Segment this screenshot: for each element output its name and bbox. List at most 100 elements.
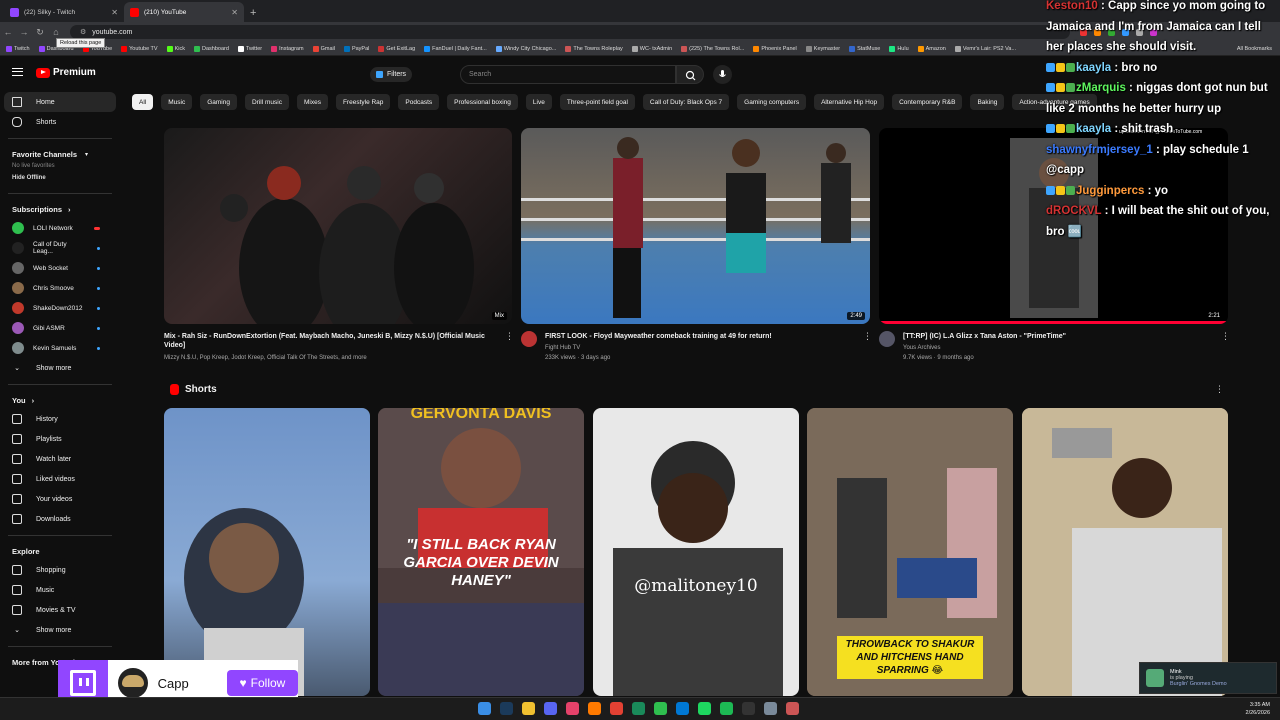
sidebar-item-your-videos[interactable]: Your videos <box>0 489 120 509</box>
sidebar-item-subscription[interactable]: Call of Duty Leag... <box>0 238 120 258</box>
site-info-icon[interactable]: ⚙ <box>80 28 86 36</box>
forward-icon[interactable]: → <box>16 27 32 37</box>
bookmark-item[interactable]: Get ExitLag <box>378 45 415 52</box>
more-options-icon[interactable]: ⋮ <box>863 331 872 342</box>
bookmark-item[interactable]: Kick <box>166 45 185 52</box>
bookmark-item[interactable]: PayPal <box>343 45 369 52</box>
spotify-icon[interactable] <box>720 702 733 715</box>
short-card[interactable]: @malitoney10 <box>593 408 799 696</box>
close-tab-icon[interactable]: ✕ <box>111 8 118 17</box>
sidebar-item-subscription[interactable]: Kevin Samuels <box>0 338 120 358</box>
obs-icon[interactable] <box>742 702 755 715</box>
bookmark-item[interactable]: StatMuse <box>849 45 880 52</box>
app-icon[interactable] <box>654 702 667 715</box>
app-icon[interactable] <box>588 702 601 715</box>
app-icon[interactable] <box>676 702 689 715</box>
app-icon[interactable] <box>698 702 711 715</box>
channel-avatar[interactable] <box>879 331 895 347</box>
chip-filter[interactable]: Alternative Hip Hop <box>814 94 885 110</box>
game-notification-toast[interactable]: Mink is playing Burglin' Gnomes Demo <box>1139 662 1277 694</box>
bookmark-item[interactable]: Windy City Chicago... <box>495 45 556 52</box>
short-card[interactable] <box>1022 408 1228 696</box>
video-title[interactable]: FIRST LOOK - Floyd Mayweather comeback t… <box>545 332 855 341</box>
chip-filter[interactable]: Gaming computers <box>737 94 807 110</box>
reload-icon[interactable]: ↻ <box>32 27 48 38</box>
you-header[interactable]: You › <box>0 391 120 409</box>
chat-username[interactable]: Keston10 <box>1046 0 1098 12</box>
sidebar-item-shopping[interactable]: Shopping <box>0 560 120 580</box>
favorite-channels-header[interactable]: Favorite Channels ▾ <box>0 145 120 163</box>
sidebar-item-subscription[interactable]: ShakeDown2012 <box>0 298 120 318</box>
channel-name[interactable]: Fight Hub TV <box>545 344 580 352</box>
short-card[interactable] <box>164 408 370 696</box>
bookmark-item[interactable]: Vemr's Lair: PS2 Va... <box>954 45 1016 52</box>
sidebar-item-music[interactable]: Music <box>0 580 120 600</box>
bookmark-item[interactable]: Phoenix Panel <box>753 45 797 52</box>
chip-filter[interactable]: Drill music <box>244 94 289 110</box>
app-icon[interactable] <box>786 702 799 715</box>
chat-username[interactable]: dROCKVL <box>1046 205 1101 217</box>
chip-filter[interactable]: Freestyle Rap <box>335 94 391 110</box>
follow-button[interactable]: ♥ Follow <box>226 670 298 696</box>
chat-username[interactable]: zMarquis <box>1076 82 1126 94</box>
chip-filter[interactable]: Professional boxing <box>447 94 518 110</box>
close-tab-icon[interactable]: ✕ <box>231 8 238 17</box>
start-icon[interactable] <box>478 702 491 715</box>
bookmark-item[interactable]: Instagram <box>271 45 304 52</box>
video-title[interactable]: Mix - Rah Siz - RunDownExtortion (Feat. … <box>164 332 494 350</box>
video-thumbnail[interactable]: 2:49 <box>521 128 870 324</box>
chat-username[interactable]: Jugginpercs <box>1076 185 1144 197</box>
chip-filter[interactable]: Gaming <box>200 94 237 110</box>
app-icon[interactable] <box>566 702 579 715</box>
search-button[interactable] <box>676 65 704 84</box>
tab-twitch[interactable]: (22) Silky - Twitch ✕ <box>4 2 124 22</box>
bookmark-item[interactable]: Hulu <box>889 45 909 52</box>
more-options-icon[interactable]: ⋮ <box>1215 384 1224 395</box>
chip-filter[interactable]: Three-point field goal <box>559 94 635 110</box>
file-explorer-icon[interactable] <box>522 702 535 715</box>
app-icon[interactable] <box>632 702 645 715</box>
chat-username[interactable]: shawnyfrmjersey_1 <box>1046 144 1153 156</box>
bookmark-item[interactable]: Twitter <box>237 45 262 52</box>
bookmark-item[interactable]: Dashboard <box>193 45 229 52</box>
sidebar-item-movies[interactable]: Movies & TV <box>0 600 120 620</box>
channel-name[interactable]: Yous Archives <box>903 344 940 352</box>
sidebar-item-subscription[interactable]: Gibi ASMR <box>0 318 120 338</box>
bookmark-item[interactable]: Amazon <box>917 45 946 52</box>
sidebar-item-subscription[interactable]: Chris Smoove <box>0 278 120 298</box>
sidebar-item-history[interactable]: History <box>0 409 120 429</box>
tab-youtube[interactable]: (210) YouTube ✕ <box>124 2 244 22</box>
short-card[interactable]: THROWBACK TO SHAKUR AND HITCHENS HAND SP… <box>807 408 1013 696</box>
steam-icon[interactable] <box>500 702 513 715</box>
filters-button[interactable]: Filters <box>370 67 413 82</box>
chip-filter[interactable]: Call of Duty: Black Ops 7 <box>642 94 730 110</box>
sidebar-item-shorts[interactable]: Shorts <box>0 112 120 132</box>
chip-filter[interactable]: Podcasts <box>398 94 440 110</box>
sidebar-item-subscription[interactable]: Web Socket <box>0 258 120 278</box>
voice-search-button[interactable] <box>713 65 732 84</box>
new-tab-button[interactable]: + <box>250 7 256 19</box>
subscriptions-header[interactable]: Subscriptions › <box>0 200 120 218</box>
chip-filter[interactable]: Baking <box>970 94 1005 110</box>
bookmark-item[interactable]: Keymaster <box>805 45 840 52</box>
bookmark-item[interactable]: Twitch <box>6 45 30 52</box>
video-title[interactable]: [TT:RP] (IC) L.A Glizz x Tana Aston - "P… <box>903 332 1203 341</box>
chat-username[interactable]: kaayla <box>1076 123 1111 135</box>
hide-offline-link[interactable]: Hide Offline <box>0 175 120 187</box>
chip-filter[interactable]: Music <box>161 94 193 110</box>
chat-username[interactable]: kaayla <box>1076 62 1111 74</box>
discord-icon[interactable] <box>544 702 557 715</box>
show-more-button[interactable]: ⌄ Show more <box>0 358 120 378</box>
sidebar-item-home[interactable]: Home <box>4 92 116 112</box>
video-thumbnail[interactable]: Mix <box>164 128 512 324</box>
chip-filter[interactable]: Live <box>525 94 552 110</box>
sidebar-item-watch-later[interactable]: Watch later <box>0 449 120 469</box>
chip-filter[interactable]: Contemporary R&B <box>892 94 963 110</box>
bookmark-item[interactable]: The Towns Roleplay <box>565 45 623 52</box>
youtube-logo[interactable]: Premium <box>36 67 96 78</box>
chip-filter[interactable]: All <box>132 94 154 110</box>
menu-icon[interactable] <box>12 68 23 76</box>
bookmark-item[interactable]: WC- txAdmin <box>631 45 672 52</box>
bookmark-item[interactable]: Gmail <box>312 45 335 52</box>
sidebar-item-liked-videos[interactable]: Liked videos <box>0 469 120 489</box>
